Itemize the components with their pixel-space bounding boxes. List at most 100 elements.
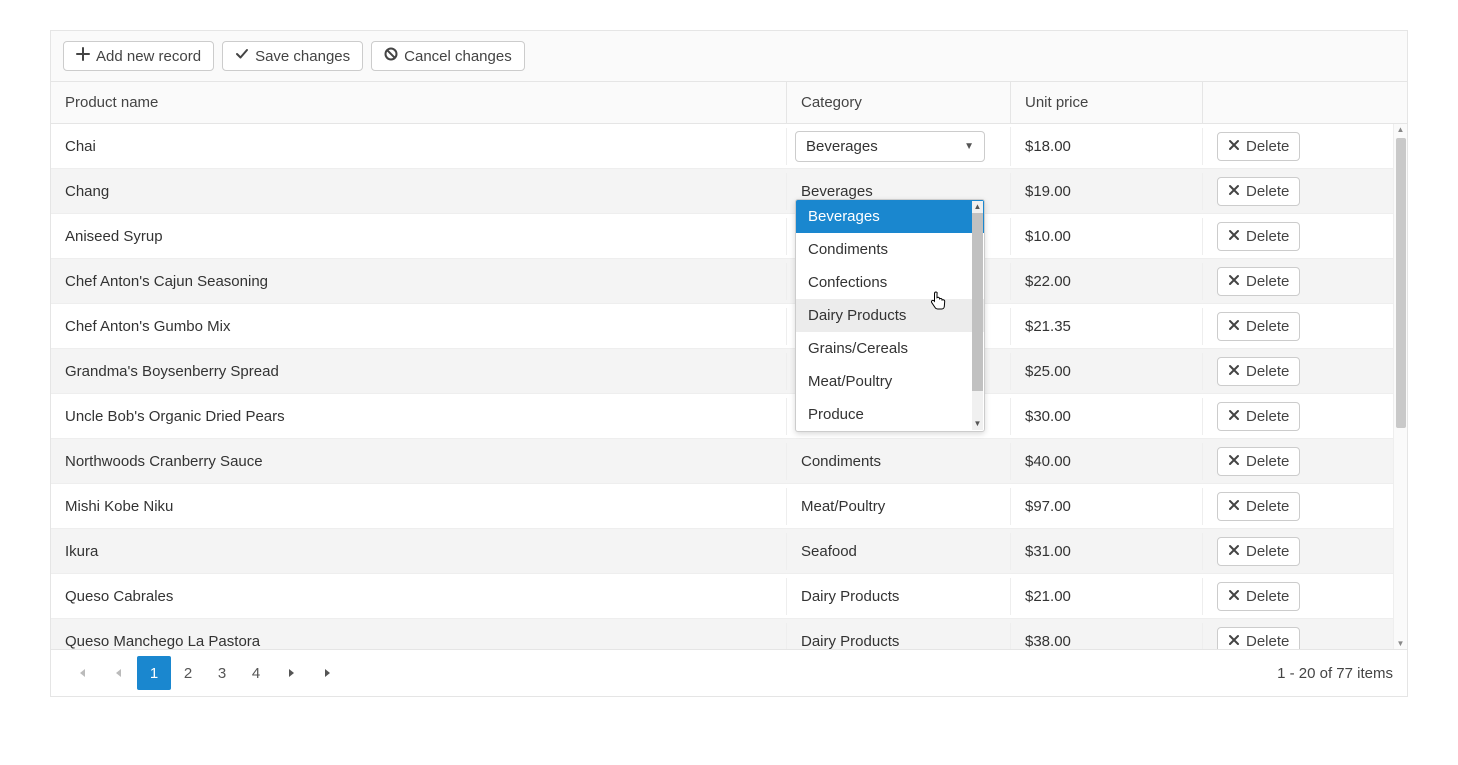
delete-button[interactable]: Delete — [1217, 447, 1300, 476]
table-row: Queso Manchego La PastoraDairy Products$… — [51, 619, 1407, 649]
column-headers: Product name Category Unit price — [51, 82, 1407, 124]
delete-button[interactable]: Delete — [1217, 267, 1300, 296]
pager-last-button[interactable] — [311, 656, 345, 690]
dropdown-option[interactable]: Grains/Cereals — [796, 332, 984, 365]
delete-button[interactable]: Delete — [1217, 132, 1300, 161]
delete-button[interactable]: Delete — [1217, 627, 1300, 650]
delete-button[interactable]: Delete — [1217, 492, 1300, 521]
table-row: Chef Anton's Cajun SeasoningCondiments$2… — [51, 259, 1407, 304]
cell-product-name[interactable]: Chef Anton's Gumbo Mix — [51, 308, 787, 345]
pager-next-button[interactable] — [275, 656, 309, 690]
cell-category[interactable]: Condiments — [787, 443, 1011, 480]
cell-product-name[interactable]: Ikura — [51, 533, 787, 570]
cell-actions: Delete — [1203, 351, 1407, 392]
cell-unit-price[interactable]: $31.00 — [1011, 533, 1203, 570]
cell-unit-price[interactable]: $97.00 — [1011, 488, 1203, 525]
cell-product-name[interactable]: Queso Cabrales — [51, 578, 787, 615]
cell-product-name[interactable]: Aniseed Syrup — [51, 218, 787, 255]
cancel-changes-button[interactable]: Cancel changes — [371, 41, 525, 71]
cell-unit-price[interactable]: $22.00 — [1011, 263, 1203, 300]
pager-first-button[interactable] — [65, 656, 99, 690]
header-category[interactable]: Category — [787, 82, 1011, 123]
pager-page-button[interactable]: 4 — [239, 656, 273, 690]
table-row: Grandma's Boysenberry SpreadCondiments$2… — [51, 349, 1407, 394]
vertical-scrollbar[interactable]: ▲ ▼ — [1393, 124, 1407, 649]
cell-product-name[interactable]: Chai — [51, 128, 787, 165]
table-row: Uncle Bob's Organic Dried Pears Produce $3… — [51, 394, 1407, 439]
grid-toolbar: Add new record Save changes Cancel chang… — [51, 31, 1407, 82]
cell-actions: Delete — [1203, 126, 1407, 167]
cell-unit-price[interactable]: $21.00 — [1011, 578, 1203, 615]
category-dropdown[interactable]: Beverages▼BeveragesCondimentsConfections… — [795, 131, 985, 162]
cell-product-name[interactable]: Queso Manchego La Pastora — [51, 623, 787, 650]
scroll-thumb[interactable] — [1396, 138, 1406, 428]
cell-category[interactable]: Dairy Products — [787, 578, 1011, 615]
cell-unit-price[interactable]: $30.00 — [1011, 398, 1203, 435]
cell-product-name[interactable]: Northwoods Cranberry Sauce — [51, 443, 787, 480]
cell-actions: Delete — [1203, 621, 1407, 650]
cell-unit-price[interactable]: $18.00 — [1011, 128, 1203, 165]
delete-button[interactable]: Delete — [1217, 582, 1300, 611]
pager: 1234 1 - 20 of 77 items — [51, 649, 1407, 696]
dropdown-scrollbar[interactable]: ▲▼ — [972, 201, 983, 430]
table-row: Chai Beverages▼BeveragesCondimentsConfect… — [51, 124, 1407, 169]
cell-actions: Delete — [1203, 441, 1407, 482]
cell-product-name[interactable]: Chang — [51, 173, 787, 210]
cell-unit-price[interactable]: $38.00 — [1011, 623, 1203, 650]
scroll-up-arrow-icon[interactable]: ▲ — [972, 201, 983, 213]
close-icon — [1228, 138, 1240, 155]
dropdown-option[interactable]: Confections — [796, 266, 984, 299]
cell-product-name[interactable]: Chef Anton's Cajun Seasoning — [51, 263, 787, 300]
delete-button[interactable]: Delete — [1217, 222, 1300, 251]
cell-actions: Delete — [1203, 396, 1407, 437]
delete-button[interactable]: Delete — [1217, 537, 1300, 566]
delete-button[interactable]: Delete — [1217, 177, 1300, 206]
add-new-record-button[interactable]: Add new record — [63, 41, 214, 71]
delete-label: Delete — [1246, 228, 1289, 245]
cell-unit-price[interactable]: $10.00 — [1011, 218, 1203, 255]
scroll-down-arrow-icon[interactable]: ▼ — [1394, 639, 1407, 648]
dropdown-option[interactable]: Beverages — [796, 200, 984, 233]
close-icon — [1228, 228, 1240, 245]
cell-product-name[interactable]: Grandma's Boysenberry Spread — [51, 353, 787, 390]
pager-prev-button[interactable] — [101, 656, 135, 690]
add-new-record-label: Add new record — [96, 48, 201, 65]
cell-product-name[interactable]: Mishi Kobe Niku — [51, 488, 787, 525]
category-dropdown-selected: Beverages — [806, 138, 878, 155]
delete-label: Delete — [1246, 138, 1289, 155]
delete-label: Delete — [1246, 633, 1289, 650]
scroll-down-arrow-icon[interactable]: ▼ — [972, 418, 983, 430]
header-actions — [1203, 82, 1407, 123]
cell-unit-price[interactable]: $40.00 — [1011, 443, 1203, 480]
delete-button[interactable]: Delete — [1217, 402, 1300, 431]
category-dropdown-list[interactable]: BeveragesCondimentsConfectionsDairy Prod… — [795, 199, 985, 432]
header-product-name[interactable]: Product name — [51, 82, 787, 123]
dropdown-option[interactable]: Condiments — [796, 233, 984, 266]
table-row: IkuraSeafood$31.00 Delete — [51, 529, 1407, 574]
pager-page-button[interactable]: 2 — [171, 656, 205, 690]
scroll-up-arrow-icon[interactable]: ▲ — [1394, 125, 1407, 134]
dropdown-option[interactable]: Dairy Products — [796, 299, 984, 332]
cell-actions: Delete — [1203, 576, 1407, 617]
header-unit-price[interactable]: Unit price — [1011, 82, 1203, 123]
cell-product-name[interactable]: Uncle Bob's Organic Dried Pears — [51, 398, 787, 435]
cell-category[interactable]: Seafood — [787, 533, 1011, 570]
dropdown-option[interactable]: Meat/Poultry — [796, 365, 984, 398]
cell-unit-price[interactable]: $25.00 — [1011, 353, 1203, 390]
delete-button[interactable]: Delete — [1217, 312, 1300, 341]
save-changes-button[interactable]: Save changes — [222, 41, 363, 71]
table-row: Mishi Kobe NikuMeat/Poultry$97.00 Delete — [51, 484, 1407, 529]
category-dropdown-button[interactable]: Beverages▼ — [795, 131, 985, 162]
cell-category[interactable]: Beverages▼BeveragesCondimentsConfections… — [787, 127, 1011, 166]
cell-category[interactable]: Dairy Products — [787, 623, 1011, 650]
cell-unit-price[interactable]: $19.00 — [1011, 173, 1203, 210]
scroll-thumb[interactable] — [972, 213, 983, 391]
cell-unit-price[interactable]: $21.35 — [1011, 308, 1203, 345]
cell-actions: Delete — [1203, 216, 1407, 257]
table-row: Queso CabralesDairy Products$21.00 Delete — [51, 574, 1407, 619]
delete-button[interactable]: Delete — [1217, 357, 1300, 386]
pager-page-button[interactable]: 3 — [205, 656, 239, 690]
dropdown-option[interactable]: Produce — [796, 398, 984, 431]
pager-page-button[interactable]: 1 — [137, 656, 171, 690]
cell-category[interactable]: Meat/Poultry — [787, 488, 1011, 525]
